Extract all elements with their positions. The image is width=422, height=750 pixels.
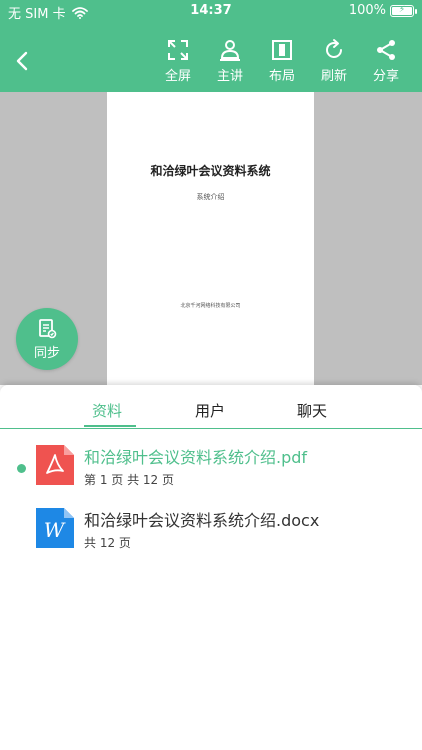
active-tab-indicator [84,425,136,427]
file-name: 和洽绿叶会议资料系统介绍.pdf [84,448,308,467]
toolbar: 全屏 主讲 布局 刷新 分享 [152,38,412,84]
share-icon [377,40,395,60]
tab-bar: 资料 用户 聊天 [0,385,422,429]
document-title: 和洽绿叶会议资料系统 [150,164,271,178]
file-name: 和洽绿叶会议资料系统介绍.docx [84,511,320,530]
back-chevron-icon[interactable] [10,48,36,74]
battery-percent: 100% [348,3,386,18]
battery-icon: ⚡ [390,4,417,17]
document-footer: 北京千河网络科技有限公司 [180,303,241,309]
presenter-icon [220,40,240,61]
bottom-panel: 资料 用户 聊天 和洽绿叶会议资料系统介绍.pdf 第 1 页 共 12 页 W… [0,385,422,750]
layout-label: 布局 [268,69,295,84]
app-header: 无 SIM 卡 14:37 100% ⚡ 全屏 主讲 布局 刷新 分享 [0,0,422,92]
document-page[interactable]: 和洽绿叶会议资料系统 系统介绍 北京千河网络科技有限公司 [107,92,314,385]
fullscreen-icon [168,40,188,60]
fullscreen-button[interactable]: 全屏 [152,38,204,84]
presenter-button[interactable]: 主讲 [204,38,256,84]
svg-text:W: W [44,518,66,542]
layout-icon [272,40,292,60]
file-item-pdf[interactable]: 和洽绿叶会议资料系统介绍.pdf 第 1 页 共 12 页 [0,433,422,493]
refresh-label: 刷新 [320,69,347,84]
tab-materials[interactable]: 资料 [92,400,122,421]
file-meta: 第 1 页 共 12 页 [84,473,174,487]
refresh-icon [326,39,342,58]
presenter-label: 主讲 [216,69,243,84]
tab-users[interactable]: 用户 [195,400,225,421]
active-file-dot [17,464,26,473]
refresh-button[interactable]: 刷新 [308,38,360,84]
tab-chat[interactable]: 聊天 [297,400,327,421]
word-file-icon: W [36,508,74,548]
sync-button[interactable]: 同步 [16,308,78,370]
file-item-docx[interactable]: W 和洽绿叶会议资料系统介绍.docx 共 12 页 [0,496,422,556]
share-label: 分享 [372,69,399,84]
layout-button[interactable]: 布局 [256,38,308,84]
sync-label: 同步 [33,345,60,361]
charging-bolt-icon: ⚡ [398,5,406,15]
status-battery: 100% ⚡ [348,3,417,18]
file-meta: 共 12 页 [84,536,131,550]
sync-icon [39,318,57,338]
fullscreen-label: 全屏 [164,69,191,84]
document-subtitle: 系统介绍 [196,193,225,201]
status-bar: 无 SIM 卡 14:37 100% ⚡ [0,0,422,22]
share-button[interactable]: 分享 [360,38,412,84]
pdf-file-icon [36,445,74,485]
